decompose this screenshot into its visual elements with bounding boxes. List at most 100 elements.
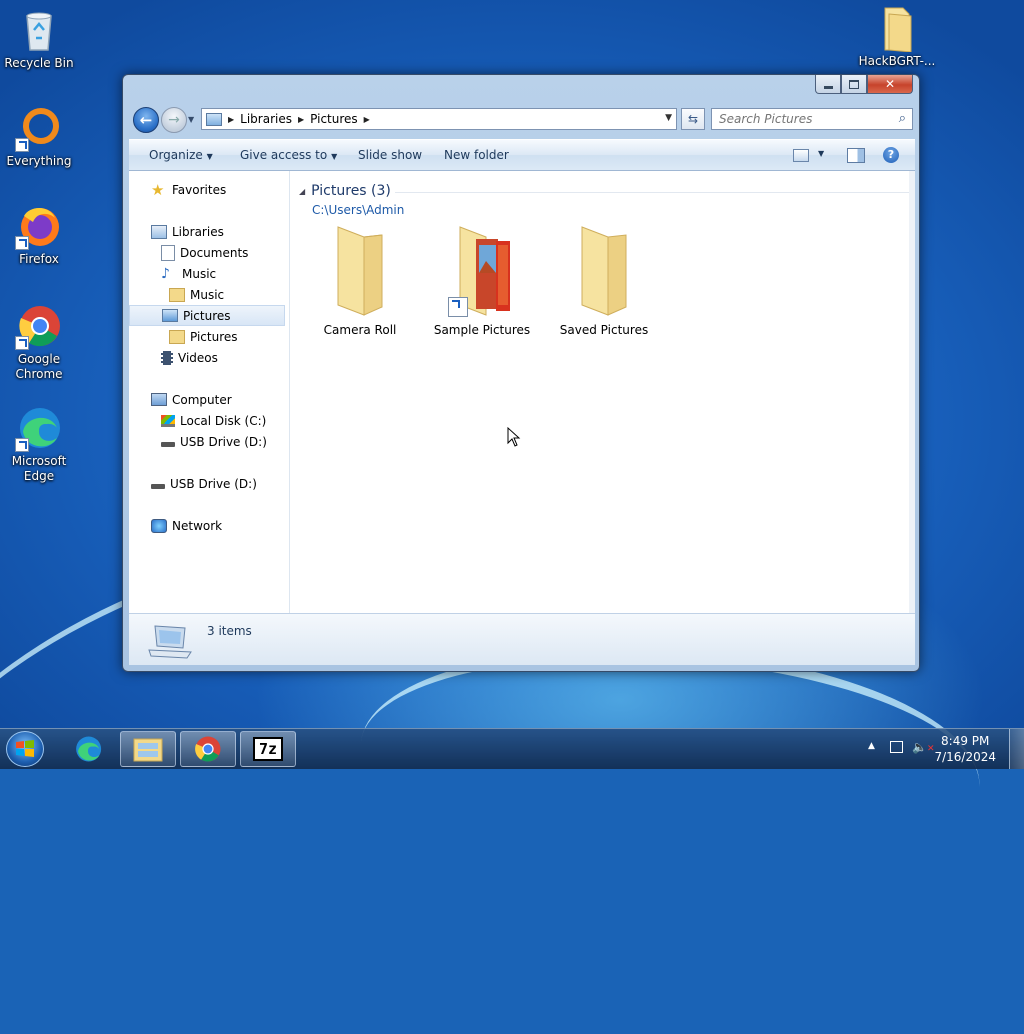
nav-item-usb-drive[interactable]: USB Drive (D:) — [151, 473, 257, 494]
desktop-icon-microsoft-edge[interactable]: Microsoft Edge — [0, 404, 78, 484]
breadcrumb-arrow-icon[interactable]: ▶ — [228, 115, 234, 124]
folder-icon — [568, 225, 640, 319]
documents-icon — [161, 244, 175, 261]
nav-item-libraries[interactable]: Libraries — [151, 221, 224, 242]
preview-pane-button[interactable] — [847, 148, 865, 163]
nav-item-computer[interactable]: Computer — [151, 389, 232, 410]
nav-item-label: Pictures — [183, 308, 231, 323]
address-dropdown-icon[interactable]: ▼ — [665, 113, 672, 123]
group-divider — [395, 192, 909, 193]
shortcut-arrow-icon — [15, 138, 29, 152]
nav-item-favorites[interactable]: ★ Favorites — [151, 179, 226, 200]
nav-item-label: Music — [190, 287, 225, 302]
maximize-button[interactable] — [841, 75, 867, 94]
nav-item-pictures[interactable]: Pictures — [129, 305, 285, 326]
edge-icon — [76, 736, 102, 762]
file-explorer-icon — [133, 738, 163, 762]
forward-button[interactable]: → — [161, 107, 187, 133]
caption-buttons: ✕ — [815, 75, 913, 95]
nav-item-label: Music — [182, 266, 217, 281]
chevron-down-icon: ▼ — [206, 152, 213, 161]
network-tray-icon[interactable] — [890, 741, 903, 753]
nav-item-network[interactable]: Network — [151, 515, 222, 536]
file-list[interactable]: ◢ Pictures (3) C:\Users\Admin Camera Rol… — [291, 171, 915, 613]
breadcrumb-arrow-icon[interactable]: ▶ — [298, 115, 304, 124]
navigation-bar: ← → ▼ ▶ Libraries ▶ Pictures ▶ ▼ ⇆ ⌕ — [129, 103, 915, 137]
breadcrumb: ▶ Libraries ▶ Pictures ▶ — [202, 109, 376, 129]
minimize-icon — [823, 85, 833, 89]
new-folder-button[interactable]: New folder — [444, 148, 509, 162]
taskbar: 7z ▲ 🔈✕ 8:49 PM 7/16/2024 — [0, 728, 1024, 769]
search-box[interactable]: ⌕ — [711, 108, 913, 130]
7zip-icon: 7z — [253, 737, 283, 761]
usb-drive-icon — [151, 484, 165, 489]
minimize-button[interactable] — [815, 75, 841, 94]
everything-icon — [15, 104, 63, 152]
pictures-icon — [162, 309, 178, 322]
start-button[interactable] — [6, 731, 44, 767]
nav-item-usb-drive-sub[interactable]: USB Drive (D:) — [161, 431, 267, 452]
desktop-icon-label: HackBGRT-... — [858, 54, 936, 68]
desktop-icon-firefox[interactable]: Firefox — [0, 202, 78, 267]
chrome-icon — [195, 736, 221, 762]
desktop-icon-hackbgrt[interactable]: HackBGRT-... — [858, 4, 936, 69]
change-view-button[interactable] — [793, 149, 809, 162]
recent-pages-dropdown[interactable]: ▼ — [188, 115, 194, 124]
system-clock[interactable]: 8:49 PM 7/16/2024 — [934, 733, 996, 765]
taskbar-chrome-button[interactable] — [180, 731, 236, 767]
folder-icon — [446, 225, 518, 319]
command-bar: Organize ▼ Give access to ▼ Slide show N… — [129, 139, 915, 171]
desktop-icon-recycle-bin[interactable]: Recycle Bin — [0, 6, 78, 71]
group-path-link[interactable]: C:\Users\Admin — [312, 203, 404, 217]
organize-label: Organize — [149, 148, 203, 162]
local-disk-icon — [161, 414, 175, 427]
nav-item-label: USB Drive (D:) — [170, 476, 257, 491]
vertical-scrollbar[interactable] — [909, 171, 915, 613]
breadcrumb-item-libraries[interactable]: Libraries — [240, 112, 292, 126]
nav-item-documents[interactable]: Documents — [161, 242, 248, 263]
slide-show-button[interactable]: Slide show — [358, 148, 422, 162]
give-access-button[interactable]: Give access to ▼ — [240, 148, 337, 162]
nav-item-label: Pictures — [190, 329, 238, 344]
forward-arrow-icon: → — [168, 112, 180, 128]
search-input[interactable] — [717, 111, 891, 127]
taskbar-explorer-button[interactable] — [120, 731, 176, 767]
refresh-button[interactable]: ⇆ — [681, 108, 705, 130]
show-hidden-icons-button[interactable]: ▲ — [868, 741, 875, 751]
nav-item-label: USB Drive (D:) — [180, 434, 267, 449]
desktop-icon-everything[interactable]: Everything — [0, 104, 78, 169]
folder-saved-pictures[interactable]: Saved Pictures — [550, 225, 658, 337]
nav-item-videos[interactable]: Videos — [161, 347, 218, 368]
navigation-pane[interactable]: ★ Favorites Libraries Documents ♪ Music … — [129, 171, 290, 613]
taskbar-edge-button[interactable] — [60, 731, 116, 767]
collapse-triangle-icon[interactable]: ◢ — [299, 187, 305, 196]
folder-camera-roll[interactable]: Camera Roll — [306, 225, 414, 337]
back-button[interactable]: ← — [133, 107, 159, 133]
edge-icon — [15, 404, 63, 452]
search-icon[interactable]: ⌕ — [899, 111, 906, 126]
help-button[interactable]: ? — [883, 147, 899, 163]
address-bar[interactable]: ▶ Libraries ▶ Pictures ▶ ▼ — [201, 108, 677, 130]
music-note-icon: ♪ — [161, 265, 170, 282]
star-icon: ★ — [151, 180, 165, 199]
nav-item-music-folder[interactable]: Music — [169, 284, 224, 305]
close-button[interactable]: ✕ — [867, 75, 913, 94]
nav-item-music[interactable]: ♪ Music — [161, 263, 216, 284]
desktop-icon-google-chrome[interactable]: Google Chrome — [0, 302, 78, 382]
mouse-cursor-icon — [507, 426, 521, 450]
breadcrumb-arrow-icon[interactable]: ▶ — [364, 115, 370, 124]
view-options-chevron-icon[interactable]: ▼ — [818, 149, 824, 158]
nav-item-label: Network — [172, 518, 223, 533]
chevron-down-icon: ▼ — [331, 152, 338, 161]
breadcrumb-item-pictures[interactable]: Pictures — [310, 112, 358, 126]
show-desktop-button[interactable] — [1009, 729, 1024, 769]
explorer-window[interactable]: ✕ ← → ▼ ▶ Libraries ▶ Pictures ▶ ▼ ⇆ ⌕ O… — [122, 74, 920, 672]
volume-muted-icon[interactable]: 🔈✕ — [912, 740, 935, 754]
organize-button[interactable]: Organize ▼ — [149, 148, 213, 162]
nav-item-local-disk[interactable]: Local Disk (C:) — [161, 410, 266, 431]
folder-sample-pictures[interactable]: Sample Pictures — [428, 225, 536, 337]
taskbar-7zip-button[interactable]: 7z — [240, 731, 296, 767]
close-icon: ✕ — [884, 77, 896, 91]
group-header[interactable]: ◢ Pictures (3) — [299, 183, 391, 199]
nav-item-pictures-folder[interactable]: Pictures — [169, 326, 238, 347]
